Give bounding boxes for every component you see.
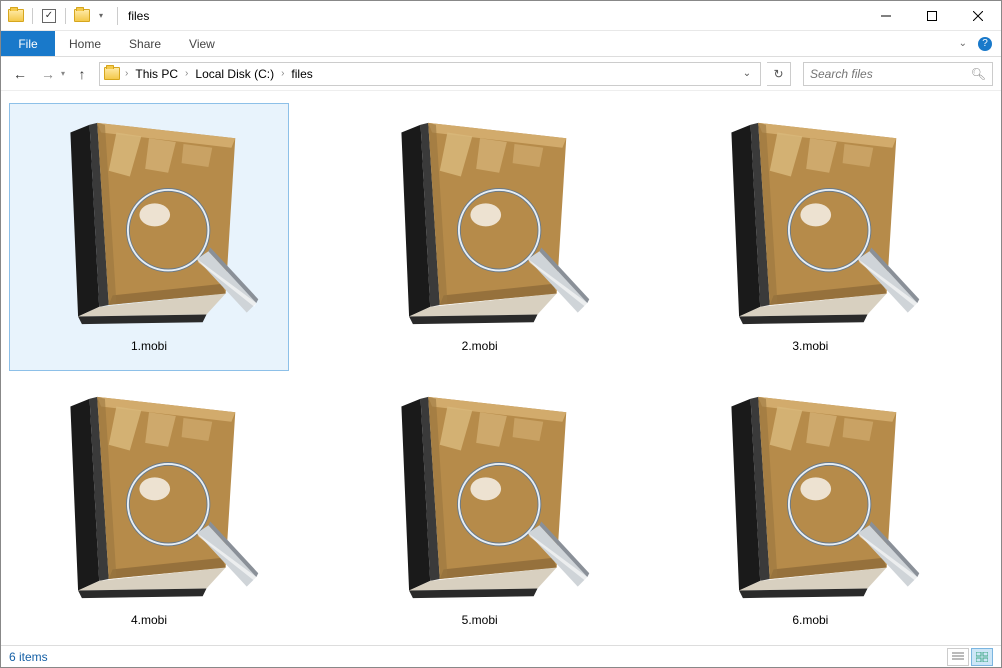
up-button[interactable]: ↑ [71,63,93,85]
thumbnails-icon [976,652,988,662]
help-icon: ? [978,37,992,51]
minimize-icon [881,11,891,21]
search-input[interactable] [810,67,971,81]
details-icon [952,652,964,662]
file-label: 3.mobi [792,339,828,353]
address-dropdown[interactable]: ⌄ [737,68,757,79]
window-title: files [128,9,149,23]
book-search-icon [34,389,264,605]
ribbon-tabs: File Home Share View ⌄ ? [1,31,1001,57]
file-item[interactable]: 3.mobi [670,103,950,371]
tab-share[interactable]: Share [115,31,175,56]
address-bar[interactable]: › This PC › Local Disk (C:) › files ⌄ [99,62,761,86]
separator [117,7,118,25]
minimize-button[interactable] [863,1,909,31]
file-list-view[interactable]: 1.mobi 2.mobi 3.mobi 4.mobi 5.mobi 6.mobi [1,93,1001,645]
file-item[interactable]: 1.mobi [9,103,289,371]
file-label: 1.mobi [131,339,167,353]
maximize-icon [927,11,937,21]
file-label: 5.mobi [462,613,498,627]
search-icon: 🔍︎ [971,67,986,81]
properties-button[interactable]: ✓ [40,7,58,25]
folder-icon [7,7,25,25]
file-item[interactable]: 5.mobi [340,377,620,645]
tab-home[interactable]: Home [55,31,115,56]
file-item[interactable]: 4.mobi [9,377,289,645]
chevron-right-icon[interactable]: › [277,68,288,79]
maximize-button[interactable] [909,1,955,31]
close-button[interactable] [955,1,1001,31]
breadcrumb-this-pc[interactable]: This PC [132,65,181,83]
book-search-icon [365,115,595,331]
titlebar: ✓ ▾ files [1,1,1001,31]
file-label: 4.mobi [131,613,167,627]
file-label: 6.mobi [792,613,828,627]
forward-button[interactable]: → [37,63,59,85]
help-button[interactable]: ? [975,31,995,56]
file-thumbnail [360,110,600,335]
file-thumbnail [360,384,600,609]
folder-icon [103,65,121,83]
details-view-button[interactable] [947,648,969,666]
file-thumbnail [690,384,930,609]
file-label: 2.mobi [462,339,498,353]
folder-icon [73,7,91,25]
navbar: ← → ▾ ↑ › This PC › Local Disk (C:) › fi… [1,57,1001,91]
book-search-icon [695,389,925,605]
refresh-button[interactable]: ↻ [767,62,791,86]
history-dropdown[interactable]: ▾ [61,69,65,78]
tab-view[interactable]: View [175,31,229,56]
thumbnails-view-button[interactable] [971,648,993,666]
ribbon-collapse[interactable]: ⌄ [959,31,967,56]
close-icon [973,11,983,21]
book-search-icon [365,389,595,605]
file-thumbnail [29,110,269,335]
separator [32,8,33,24]
file-item[interactable]: 6.mobi [670,377,950,645]
file-thumbnail [690,110,930,335]
separator [65,8,66,24]
file-tab[interactable]: File [1,31,55,56]
quick-access-toolbar: ✓ ▾ files [1,7,149,25]
status-bar: 6 items [1,645,1001,667]
chevron-right-icon[interactable]: › [181,68,192,79]
qat-dropdown[interactable]: ▾ [99,11,103,20]
breadcrumb-local-disk[interactable]: Local Disk (C:) [192,65,277,83]
breadcrumb-files[interactable]: files [288,65,315,83]
back-button[interactable]: ← [9,63,31,85]
file-item[interactable]: 2.mobi [340,103,620,371]
item-count: 6 items [9,650,48,664]
search-box[interactable]: 🔍︎ [803,62,993,86]
book-search-icon [695,115,925,331]
book-search-icon [34,115,264,331]
chevron-right-icon[interactable]: › [121,68,132,79]
file-thumbnail [29,384,269,609]
view-mode-switch [947,648,993,666]
